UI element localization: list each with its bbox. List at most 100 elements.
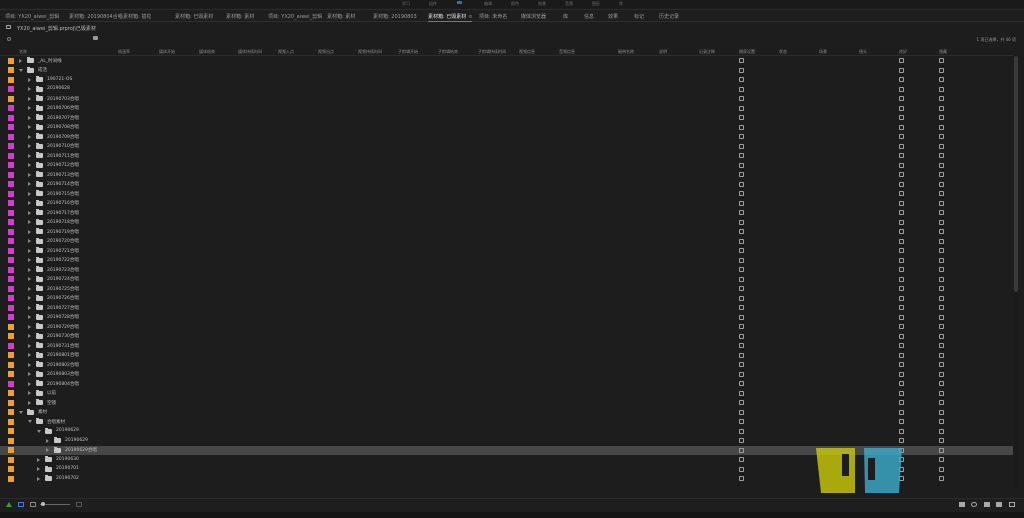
disclosure-closed-icon[interactable]	[28, 267, 31, 272]
good-checkbox[interactable]	[899, 314, 904, 320]
bin-name[interactable]: 20190713合唱	[47, 172, 79, 178]
hidden-checkbox[interactable]	[939, 409, 944, 415]
label-color-swatch[interactable]	[8, 219, 14, 225]
bin-name[interactable]: 空镜	[47, 400, 56, 406]
disclosure-closed-icon[interactable]	[28, 106, 31, 110]
bin-name[interactable]: 20190628	[47, 86, 70, 91]
hidden-checkbox[interactable]	[939, 134, 944, 139]
disclosure-closed-icon[interactable]	[28, 324, 31, 329]
hidden-checkbox[interactable]	[939, 276, 944, 282]
bin-row[interactable]: 20190726合唱	[0, 294, 1013, 304]
new-bin-icon[interactable]	[93, 36, 98, 40]
disclosure-closed-icon[interactable]	[28, 144, 31, 148]
bin-row[interactable]: 20190724合唱	[0, 275, 1013, 285]
label-color-swatch[interactable]	[8, 390, 14, 396]
good-checkbox[interactable]	[899, 409, 904, 415]
bin-name[interactable]: 20190708合唱	[47, 124, 79, 130]
workspace-color[interactable]: 颜色	[511, 1, 519, 7]
capture-settings-checkbox[interactable]	[739, 105, 744, 111]
bin-row[interactable]: 20190721合唱	[0, 246, 1013, 256]
tab-bin-material[interactable]: 素材箱: 素材	[226, 13, 254, 20]
bin-name[interactable]: 20190717合唱	[47, 210, 79, 216]
hidden-checkbox[interactable]	[939, 200, 944, 206]
capture-settings-checkbox[interactable]	[739, 248, 744, 253]
bin-row[interactable]: 20190801合唱	[0, 351, 1013, 361]
bin-name[interactable]: 20190723合唱	[47, 267, 79, 273]
good-checkbox[interactable]	[899, 419, 904, 424]
bin-name[interactable]: 20190710合唱	[47, 143, 79, 149]
hidden-checkbox[interactable]	[939, 77, 944, 82]
capture-settings-checkbox[interactable]	[739, 362, 744, 367]
label-color-swatch[interactable]	[8, 380, 14, 387]
hidden-checkbox[interactable]	[939, 295, 944, 301]
label-color-swatch[interactable]	[8, 190, 14, 197]
workspace-graphics[interactable]: 图形	[592, 1, 600, 7]
label-color-swatch[interactable]	[8, 342, 14, 349]
disclosure-closed-icon[interactable]	[28, 400, 31, 405]
capture-settings-checkbox[interactable]	[739, 77, 744, 82]
bin-name[interactable]: 20190730合唱	[47, 333, 79, 339]
hidden-checkbox[interactable]	[939, 419, 944, 424]
bin-row[interactable]: 20190715合唱	[0, 189, 1013, 199]
workspace-libraries[interactable]: 库	[619, 1, 623, 7]
tab-libraries[interactable]: 库	[563, 13, 568, 20]
capture-settings-checkbox[interactable]	[739, 229, 744, 234]
good-checkbox[interactable]	[899, 191, 904, 196]
capture-settings-checkbox[interactable]	[739, 381, 744, 386]
bin-name[interactable]: 20190709合唱	[47, 134, 79, 140]
tab-bin-destroyed-active[interactable]: 素材箱: 已毁素材 ≡	[428, 13, 473, 22]
tab-bin-20190804[interactable]: 素材箱: 20190804合唱	[69, 13, 123, 20]
good-checkbox[interactable]	[899, 210, 904, 215]
capture-settings-checkbox[interactable]	[739, 67, 744, 73]
bin-row[interactable]: 190721-OS	[0, 75, 1013, 85]
capture-settings-checkbox[interactable]	[739, 210, 744, 215]
good-checkbox[interactable]	[899, 324, 904, 329]
column-header-subclip-start[interactable]: 子剪辑开始	[398, 49, 418, 55]
column-header-tape-name[interactable]: 磁带名称	[618, 49, 634, 55]
hidden-checkbox[interactable]	[939, 343, 944, 348]
hidden-checkbox[interactable]	[939, 172, 944, 177]
good-checkbox[interactable]	[899, 200, 904, 206]
bin-row[interactable]: _AL_时间线	[0, 56, 1013, 66]
tab-media-browser[interactable]: 媒体浏览器	[521, 13, 546, 20]
label-color-swatch[interactable]	[8, 114, 14, 121]
good-checkbox[interactable]	[899, 181, 904, 187]
column-header-media-duration[interactable]: 媒体持续时间	[238, 49, 262, 55]
capture-settings-checkbox[interactable]	[739, 438, 744, 443]
list-view-icon[interactable]	[18, 502, 24, 507]
disclosure-closed-icon[interactable]	[28, 239, 31, 243]
column-header-video-duration[interactable]: 视频持续时间	[358, 49, 382, 55]
bin-name[interactable]: 素材	[38, 409, 47, 415]
label-color-swatch[interactable]	[8, 295, 14, 301]
bin-name[interactable]: 20190714合唱	[47, 181, 79, 187]
hidden-checkbox[interactable]	[939, 447, 944, 453]
capture-settings-checkbox[interactable]	[739, 476, 744, 481]
good-checkbox[interactable]	[899, 438, 904, 443]
hidden-checkbox[interactable]	[939, 162, 944, 168]
label-color-swatch[interactable]	[8, 76, 14, 83]
good-checkbox[interactable]	[899, 371, 904, 377]
column-header-log-note[interactable]: 记录注释	[699, 49, 715, 55]
capture-settings-checkbox[interactable]	[739, 333, 744, 339]
label-color-swatch[interactable]	[8, 447, 14, 453]
hidden-checkbox[interactable]	[939, 86, 944, 92]
bin-row[interactable]: 20190629	[0, 427, 1013, 437]
disclosure-open-icon[interactable]	[19, 68, 23, 72]
good-checkbox[interactable]	[899, 143, 904, 149]
label-color-swatch[interactable]	[8, 228, 14, 235]
hidden-checkbox[interactable]	[939, 210, 944, 215]
tab-bin-20190803[interactable]: 素材箱: 20190803	[373, 13, 417, 20]
bin-name[interactable]: 20190629合唱	[65, 447, 97, 453]
hidden-checkbox[interactable]	[939, 105, 944, 111]
bin-row[interactable]: 20190716合唱	[0, 199, 1013, 209]
workspace-audio[interactable]: 音频	[565, 1, 573, 7]
hidden-checkbox[interactable]	[939, 238, 944, 244]
disclosure-closed-icon[interactable]	[28, 153, 31, 158]
hidden-checkbox[interactable]	[939, 466, 944, 472]
bin-row[interactable]: 20190712合唱	[0, 161, 1013, 171]
hidden-checkbox[interactable]	[939, 143, 944, 149]
disclosure-closed-icon[interactable]	[28, 277, 31, 281]
bin-name[interactable]: 190721-OS	[47, 77, 72, 82]
hidden-checkbox[interactable]	[939, 191, 944, 196]
search-icon[interactable]	[7, 37, 11, 41]
